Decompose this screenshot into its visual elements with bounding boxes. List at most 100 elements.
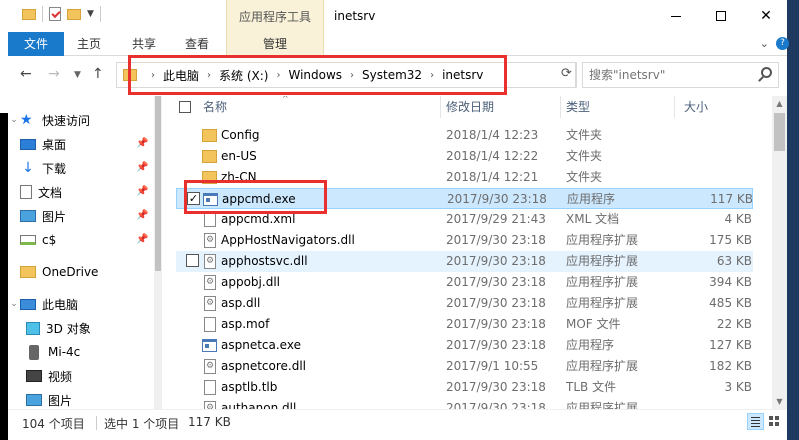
new-folder-icon[interactable] — [67, 8, 81, 20]
file-list-scrollbar[interactable]: ▲ ▼ — [772, 96, 787, 409]
customize-toolbar-chevron-icon[interactable]: ▼ — [87, 9, 94, 19]
forward-arrow-icon[interactable]: → — [48, 66, 60, 82]
nav-pane-scrollbar[interactable] — [154, 96, 162, 409]
column-header-name[interactable]: 名称 — [199, 96, 227, 118]
table-row[interactable]: authanon.dll 2017/9/30 23:18 应用程序扩展 — [176, 398, 753, 409]
minimize-button[interactable] — [653, 0, 699, 32]
file-date: 2018/1/4 12:21 — [446, 170, 539, 184]
nav-item-desktop[interactable]: 桌面 — [8, 133, 148, 155]
properties-icon[interactable] — [49, 7, 61, 21]
large-icons-view-button[interactable] — [766, 413, 783, 430]
maximize-icon — [716, 11, 726, 21]
address-highlight-annotation — [128, 55, 507, 95]
nav-item-label: 快速访问 — [42, 113, 91, 128]
file-name: authanon.dll — [221, 401, 297, 409]
chevron-down-icon[interactable]: ⌄ — [8, 299, 20, 309]
details-view-button[interactable] — [747, 413, 764, 430]
folder-icon — [20, 266, 36, 278]
table-row[interactable]: asp.mof 2017/9/30 23:18 MOF 文件 22 KB — [176, 314, 753, 335]
file-type: 应用程序扩展 — [566, 254, 639, 268]
select-all-checkbox[interactable] — [179, 101, 191, 113]
help-icon[interactable]: ? — [776, 37, 789, 50]
navigation-pane: ⌄ ★ 快速访问 桌面 📌 ↓ 下载 📌 文档 📌 图片 📌 c$ 📌 OneD… — [8, 96, 162, 409]
row-checkbox[interactable] — [186, 254, 199, 267]
background-black-edge — [0, 113, 8, 440]
tab-view[interactable]: 查看 — [174, 32, 220, 56]
table-row[interactable]: en-US 2018/1/4 12:22 文件夹 — [176, 146, 753, 167]
pin-icon[interactable]: 📌 — [136, 162, 148, 173]
search-box[interactable] — [582, 62, 779, 88]
status-divider — [96, 416, 97, 430]
file-icon — [204, 317, 216, 332]
close-button[interactable]: ✕ — [743, 0, 789, 32]
recent-locations-chevron-icon[interactable]: ▼ — [74, 70, 81, 80]
computer-icon — [20, 298, 36, 310]
column-divider[interactable] — [440, 96, 441, 118]
table-row[interactable]: AppHostNavigators.dll 2017/9/30 23:18 应用程序… — [176, 230, 753, 251]
selection-size: 117 KB — [188, 415, 231, 429]
status-bar: 104 个项目 选中 1 个项目 117 KB — [8, 409, 787, 440]
tab-home[interactable]: 主页 — [66, 32, 112, 56]
refresh-button[interactable]: ⟳ — [558, 62, 576, 88]
dll-file-icon — [204, 275, 216, 290]
file-type: 文件夹 — [566, 149, 603, 163]
table-row[interactable]: aspnetcore.dll 2017/9/1 10:55 应用程序扩展 182 KB — [176, 356, 753, 377]
nav-item-c-share[interactable]: c$ — [8, 229, 148, 251]
column-header-type[interactable]: 类型 — [562, 96, 590, 118]
nav-item-pictures[interactable]: 图片 — [8, 205, 148, 227]
scrollbar-thumb[interactable] — [155, 96, 161, 271]
nav-item-label: 文档 — [38, 185, 63, 200]
column-header-size[interactable]: 大小 — [680, 96, 708, 118]
window-title: inetsrv — [334, 9, 376, 23]
nav-item-label: 下载 — [42, 161, 67, 176]
column-divider[interactable] — [560, 96, 561, 118]
nav-item-pictures-pc[interactable]: 图片 — [8, 389, 148, 409]
pin-icon[interactable]: 📌 — [136, 234, 148, 245]
table-row[interactable]: Config 2018/1/4 12:23 文件夹 — [176, 125, 753, 146]
dll-file-icon — [204, 233, 216, 248]
search-input[interactable] — [583, 63, 753, 87]
desktop-background-edge — [787, 0, 799, 440]
table-row[interactable]: asp.dll 2017/9/30 23:18 应用程序扩展 485 KB — [176, 293, 753, 314]
nav-item-label: 视频 — [48, 369, 73, 384]
up-arrow-icon[interactable]: ↑ — [92, 66, 104, 82]
dll-file-icon — [204, 359, 216, 374]
nav-item-documents[interactable]: 文档 — [8, 181, 148, 203]
pin-icon[interactable]: 📌 — [136, 186, 148, 197]
maximize-button[interactable] — [698, 0, 744, 32]
scroll-up-arrow-icon[interactable]: ▲ — [772, 96, 787, 111]
file-list: ^ 名称 修改日期 类型 大小 Config 2018/1/4 12:23 文件夹 e… — [162, 96, 787, 409]
chevron-down-icon[interactable]: ⌄ — [8, 115, 20, 125]
nav-item-quick-access[interactable]: ⌄ ★ 快速访问 — [8, 109, 148, 131]
nav-item-label: 图片 — [48, 393, 73, 408]
file-date: 2018/1/4 12:23 — [446, 128, 539, 142]
nav-item-this-pc[interactable]: ⌄ 此电脑 — [8, 293, 148, 315]
table-row[interactable]: aspnetca.exe 2017/9/30 23:18 应用程序 127 KB — [176, 335, 753, 356]
table-row[interactable]: apphostsvc.dll 2017/9/30 23:18 应用程序扩展 63 KB — [176, 251, 753, 272]
file-type: 应用程序扩展 — [566, 401, 639, 409]
file-date: 2017/9/30 23:18 — [446, 317, 546, 331]
table-row[interactable]: appobj.dll 2017/9/30 23:18 应用程序扩展 394 KB — [176, 272, 753, 293]
nav-item-label: 图片 — [42, 209, 67, 224]
pin-icon[interactable]: 📌 — [136, 210, 148, 221]
nav-item-downloads[interactable]: ↓ 下载 — [8, 157, 148, 179]
column-divider[interactable] — [674, 96, 675, 118]
nav-item-videos[interactable]: 视频 — [8, 365, 148, 387]
nav-item-3d-objects[interactable]: 3D 对象 — [8, 317, 148, 339]
back-arrow-icon[interactable]: ← — [20, 66, 32, 82]
table-row[interactable]: asptlb.tlb 2017/9/30 23:18 TLB 文件 3 KB — [176, 377, 753, 398]
nav-item-label: c$ — [42, 233, 57, 247]
nav-item-label: 3D 对象 — [46, 321, 91, 336]
tab-manage[interactable]: 管理 — [226, 32, 324, 56]
nav-item-mi-4c[interactable]: Mi-4c — [8, 341, 148, 363]
tab-file[interactable]: 文件 — [8, 32, 64, 56]
dll-file-icon — [204, 401, 216, 409]
expand-ribbon-chevron-icon[interactable]: ⌄ — [760, 37, 769, 50]
scroll-down-arrow-icon[interactable]: ▼ — [772, 394, 787, 409]
nav-item-onedrive[interactable]: OneDrive — [8, 261, 148, 283]
tab-share[interactable]: 共享 — [121, 32, 167, 56]
scrollbar-thumb[interactable] — [774, 113, 785, 151]
column-header-date[interactable]: 修改日期 — [442, 96, 494, 118]
pin-icon[interactable]: 📌 — [136, 138, 148, 149]
file-name: en-US — [221, 149, 257, 163]
